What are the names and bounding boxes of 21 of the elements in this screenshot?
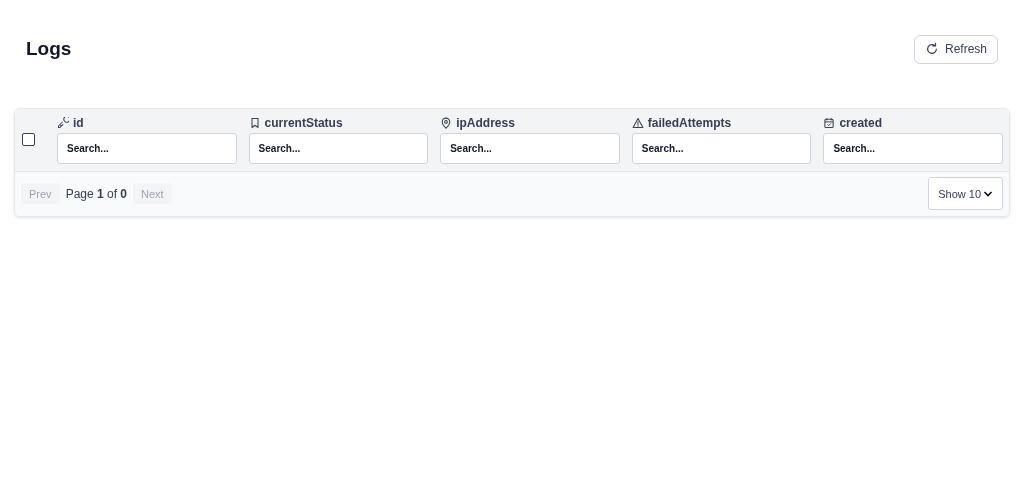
column-header: currentStatus (264, 116, 343, 130)
map-pin-icon (440, 117, 453, 129)
column-header: ipAddress (456, 116, 515, 130)
search-field[interactable]: Search... (631, 133, 812, 164)
page-size-dropdown[interactable]: Show 10 (928, 177, 1003, 210)
page-info: Page 1 of 0 (65, 186, 128, 201)
page-title: Logs (26, 38, 72, 60)
column-header: failedAttempts (647, 116, 732, 130)
refresh-button[interactable]: Refresh (913, 34, 998, 64)
calendar-icon (823, 117, 836, 129)
search-field[interactable]: Search... (57, 133, 237, 164)
search-field[interactable]: Search... (248, 133, 429, 164)
search-field[interactable]: Search... (823, 133, 1003, 164)
bookmark-icon (248, 117, 261, 129)
key-icon (57, 117, 69, 129)
select-all-checkbox[interactable] (22, 133, 35, 146)
column-header: id (73, 116, 84, 130)
column-header: created (839, 116, 883, 130)
warning-icon (631, 117, 644, 129)
search-field[interactable]: Search... (440, 133, 620, 164)
refresh-icon (924, 42, 939, 56)
